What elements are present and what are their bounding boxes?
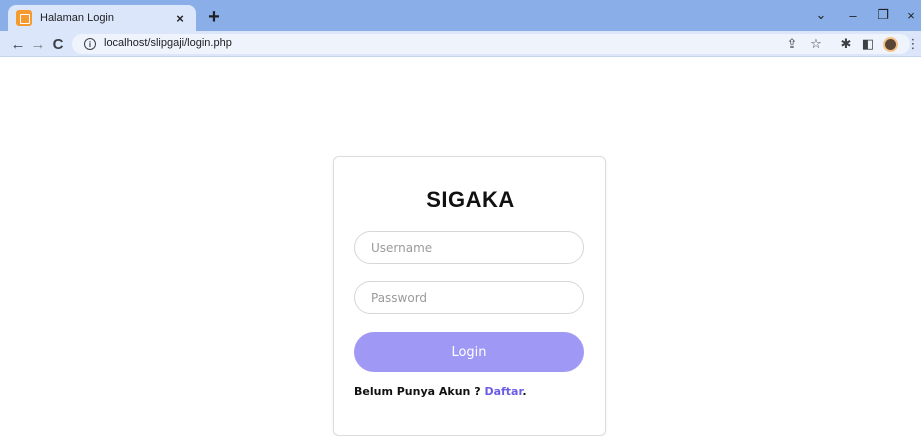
register-link[interactable]: Daftar bbox=[484, 385, 522, 398]
username-input[interactable] bbox=[354, 231, 584, 264]
maximize-button[interactable]: ❐ bbox=[868, 4, 898, 26]
register-prompt: Belum Punya Akun ? Daftar. bbox=[354, 385, 527, 398]
favicon-icon bbox=[16, 10, 32, 26]
extensions-icon[interactable]: ✱ bbox=[836, 34, 856, 54]
url-text[interactable]: localhost/slipgaji/login.php bbox=[104, 37, 232, 49]
menu-icon[interactable]: ⋮ bbox=[903, 34, 921, 54]
close-window-button[interactable]: × bbox=[896, 4, 921, 26]
forward-arrow-icon[interactable]: → bbox=[28, 34, 48, 54]
star-icon[interactable]: ☆ bbox=[806, 34, 826, 54]
reload-icon[interactable]: C bbox=[48, 34, 68, 54]
browser-toolbar: ← → C i localhost/slipgaji/login.php ⇪ ☆… bbox=[0, 31, 921, 57]
page-title: SIGAKA bbox=[426, 187, 515, 212]
tab-close-icon[interactable]: × bbox=[172, 10, 188, 26]
login-card: SIGAKA Login Belum Punya Akun ? Daftar. bbox=[333, 156, 606, 436]
login-button[interactable]: Login bbox=[354, 332, 584, 372]
password-input[interactable] bbox=[354, 281, 584, 314]
new-tab-button[interactable]: + bbox=[203, 6, 225, 28]
tab-search-chevron-icon[interactable]: ⌄ bbox=[806, 4, 836, 26]
register-suffix: . bbox=[522, 385, 527, 398]
minimize-button[interactable]: – bbox=[838, 4, 868, 26]
tab-title: Halaman Login bbox=[40, 12, 114, 24]
tab-login[interactable]: Halaman Login × bbox=[8, 5, 196, 31]
info-icon[interactable]: i bbox=[84, 38, 96, 50]
tab-strip: Halaman Login × + ⌄ – ❐ × bbox=[0, 0, 921, 31]
side-panel-icon[interactable]: ◧ bbox=[858, 34, 878, 54]
profile-icon[interactable] bbox=[880, 34, 900, 54]
share-icon[interactable]: ⇪ bbox=[782, 34, 802, 54]
register-prompt-text: Belum Punya Akun ? bbox=[354, 385, 481, 398]
back-arrow-icon[interactable]: ← bbox=[8, 34, 28, 54]
